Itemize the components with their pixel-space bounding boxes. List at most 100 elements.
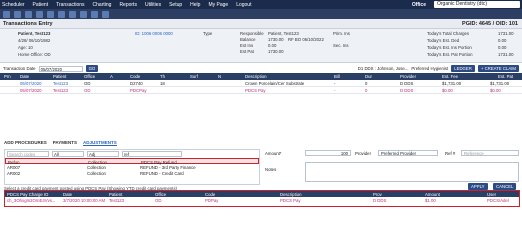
row-date: 3/7/2020 10:00:00 AM [63, 198, 106, 203]
hygienist-select[interactable]: Preferred Hygienist [411, 66, 448, 71]
patient-dob: 4/28/ 06/10/1982 [18, 38, 51, 43]
menu-my-page[interactable]: My Page [208, 2, 228, 8]
est-ins-value: 0.00 [268, 43, 277, 48]
menu-transactions[interactable]: Transactions [56, 2, 84, 8]
provider-label: Provider [355, 151, 372, 156]
type-select[interactable]: Adj [87, 151, 119, 157]
row-office: OD [84, 88, 91, 93]
credit-card-payments-table: PDCS Pay Charge ID Date Patient Office C… [4, 190, 520, 207]
payment-details-panel: Amount* 100 Provider Preferred Provider … [265, 149, 520, 185]
row-dur: 0 [365, 81, 368, 86]
menu-charting[interactable]: Charting [93, 2, 112, 8]
report-icon[interactable] [58, 10, 65, 18]
sec-ins-label: Sec. Ins [333, 43, 349, 48]
responsible-name: Patient, Test123 [268, 31, 299, 36]
reference-input[interactable]: Reference [461, 150, 519, 156]
adjustment-search-row: Search codes All Adj ref [5, 150, 259, 158]
row-amount: $1.00 [425, 198, 436, 203]
est-pat-label: Est Pat [240, 49, 254, 54]
col-dur: Dur [365, 74, 372, 79]
entry-tabs: ADD PROCEDURES PAYMENTS ADJUSTMENTS [4, 140, 117, 146]
page-title-bar: Transactions Entry PGID: 4645 / OID: 101 [0, 19, 522, 29]
tab-payments[interactable]: PAYMENTS [53, 140, 77, 146]
notes-label: Notes [265, 167, 277, 172]
settings-icon[interactable] [102, 10, 109, 18]
row-date: 05/07/2020 [20, 81, 42, 86]
money-icon[interactable] [47, 10, 54, 18]
table-row[interactable]: 05/07/2020 Test123 OD PDCPay PDCS Pay - … [0, 87, 522, 94]
today-ins-portion-label: Today's Est. Ins Portion [427, 45, 472, 50]
calendar-icon[interactable] [25, 10, 32, 18]
col-code: Code [130, 74, 141, 79]
provider-select[interactable]: D1 DDS : Johnson, Jose... [358, 66, 409, 71]
image-icon[interactable] [80, 10, 87, 18]
mail-icon[interactable] [91, 10, 98, 18]
row-patient: Test123 [109, 198, 125, 203]
chart-icon[interactable] [36, 10, 43, 18]
table-row[interactable]: ch_3Ohxgm2OmE4Vvs... 3/7/2020 10:00:00 A… [5, 197, 519, 204]
provider-select[interactable]: Preferred Provider [378, 150, 438, 156]
menu-utilities[interactable]: Utilities [145, 2, 161, 8]
create-claim-button[interactable]: + CREATE CLAIM [477, 65, 519, 72]
search-codes-input[interactable]: Search codes [7, 151, 49, 157]
responsible-label: Responsible [240, 31, 264, 36]
col-est-fee: Est. Fee [442, 74, 459, 79]
today-charges-label: Today's Total Charges [427, 31, 470, 36]
row-bill: - [334, 81, 336, 86]
row-prov: D DDS [373, 198, 387, 203]
row-provider: D DDS [400, 88, 414, 93]
menu-logout[interactable]: Logout [236, 2, 251, 8]
col-bill: Bill [334, 74, 340, 79]
col-office: Office [84, 74, 96, 79]
row-patient: Test123 [53, 81, 69, 86]
adj-category: Collection [87, 171, 106, 176]
menu-setup[interactable]: Setup [169, 2, 182, 8]
scheduler-icon[interactable] [3, 10, 10, 18]
table-row[interactable]: 05/07/2020 Test123 OD D2740 18 Crown Por… [0, 80, 522, 87]
transaction-date-input[interactable]: 05/07/2020 [38, 65, 83, 72]
col-prn: Prn [4, 74, 11, 79]
menu-help[interactable]: Help [190, 2, 200, 8]
row-description: Crown Porcelain/Cer Substrate [245, 81, 305, 86]
top-menu-bar: Scheduler Patient Transactions Charting … [0, 0, 522, 9]
patient-name[interactable]: Patient, Test123 [18, 31, 50, 36]
col-th: Th [160, 74, 166, 79]
cancel-button[interactable]: CANCEL [493, 183, 517, 190]
today-ins-portion-value: 0.00 [498, 45, 507, 50]
notes-textarea[interactable] [305, 162, 519, 182]
apply-button[interactable]: APPLY [468, 183, 488, 190]
tab-adjustments[interactable]: ADJUSTMENTS [83, 140, 117, 146]
amount-input[interactable]: 100 [305, 150, 351, 156]
adj-code: AR002 [7, 171, 21, 176]
patient-id[interactable]: ID: 1006 0006 0000 [135, 31, 173, 36]
row-est-pat: $0.00 [490, 88, 501, 93]
menu-scheduler[interactable]: Scheduler [2, 2, 25, 8]
patient-home-office: Home Office: OD [18, 52, 51, 57]
row-code: PDCPay [130, 88, 147, 93]
ledger-button[interactable]: LEDGER [451, 65, 475, 72]
patient-icon[interactable] [14, 10, 21, 18]
row-description: PDCS Pay [280, 198, 301, 203]
document-icon[interactable] [69, 10, 76, 18]
menu-patient[interactable]: Patient [33, 2, 49, 8]
page-title: Transactions Entry [3, 21, 53, 27]
office-select[interactable]: Organic Dentistry (dtc) [434, 1, 520, 8]
balance-label: Balance [240, 37, 256, 42]
col-patient: Patient [53, 74, 67, 79]
go-button[interactable]: GO [85, 65, 99, 72]
row-dur: 0 [365, 88, 368, 93]
adjustment-code-panel: Search codes All Adj ref Refun Collectio… [4, 149, 260, 185]
list-item[interactable]: AR002 Collection REFUND - Credit Card [5, 170, 259, 176]
row-th: 18 [160, 81, 165, 86]
row-office: OD [84, 81, 91, 86]
row-user: PDCS/Adel [487, 198, 509, 203]
today-ded-label: Today's Est. Ded [427, 38, 460, 43]
filter-input[interactable]: ref [122, 151, 182, 157]
office-label: Office [411, 1, 426, 8]
icon-toolbar [0, 9, 522, 19]
category-select[interactable]: All [52, 151, 84, 157]
tab-add-procedures[interactable]: ADD PROCEDURES [4, 140, 47, 146]
menu-reports[interactable]: Reports [119, 2, 137, 8]
est-pat-value: 1730.00 [268, 49, 284, 54]
balance-value: 1730.00 [268, 37, 284, 42]
